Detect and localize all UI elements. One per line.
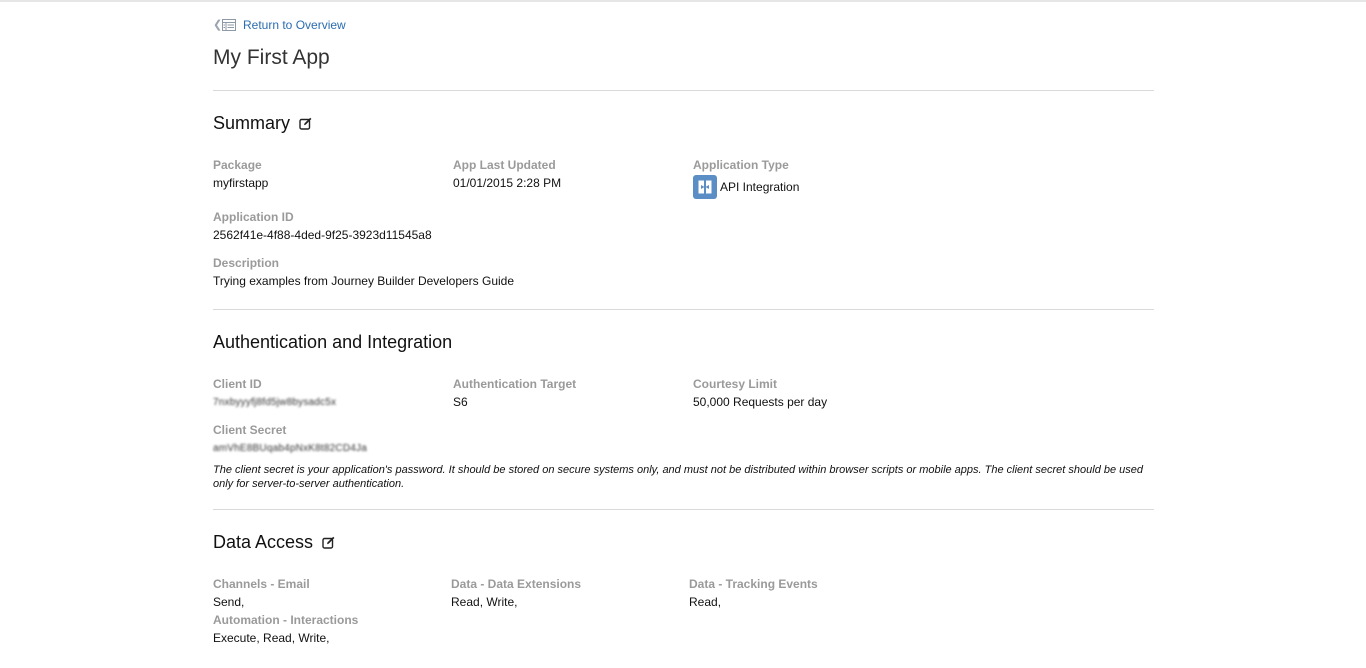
return-to-overview-label[interactable]: Return to Overview: [243, 17, 346, 33]
application-type-label: Application Type: [693, 158, 789, 172]
package-value: myfirstapp: [213, 176, 269, 190]
channels-email-field: Channels - Email Send,: [213, 577, 310, 610]
client-id-field: Client ID 7nxbyyyfj8fd5jw8bysadc5x: [213, 377, 336, 410]
authentication-heading: Authentication and Integration: [213, 332, 453, 352]
api-integration-icon: [693, 175, 717, 199]
description-value: Trying examples from Journey Builder Dev…: [213, 274, 515, 288]
app-last-updated-label: App Last Updated: [453, 158, 556, 172]
summary-section-title: Summary: [213, 112, 312, 134]
list-icon: [222, 19, 236, 31]
edit-icon[interactable]: [322, 536, 335, 549]
app-last-updated-field: App Last Updated 01/01/2015 2:28 PM: [453, 158, 561, 191]
app-last-updated-value: 01/01/2015 2:28 PM: [453, 176, 562, 190]
divider: [213, 90, 1154, 91]
automation-interactions-value: Execute, Read, Write,: [213, 631, 330, 645]
data-extensions-value: Read, Write,: [451, 595, 518, 609]
application-type-field: Application Type API Integration: [693, 158, 799, 199]
channels-email-label: Channels - Email: [213, 577, 310, 591]
client-secret-value: amVhE8BUqab4pNxK8t82CD4Ja: [213, 443, 367, 454]
automation-interactions-field: Automation - Interactions Execute, Read,…: [213, 613, 358, 646]
data-access-section-title: Data Access: [213, 531, 335, 553]
package-label: Package: [213, 158, 262, 172]
description-field: Description Trying examples from Journey…: [213, 256, 514, 289]
summary-heading: Summary: [213, 113, 291, 133]
client-id-value: 7nxbyyyfj8fd5jw8bysadc5x: [213, 397, 337, 408]
authentication-target-value: S6: [453, 395, 468, 409]
application-id-value: 2562f41e-4f88-4ded-9f25-3923d11545a8: [213, 228, 432, 242]
edit-icon[interactable]: [299, 117, 312, 130]
courtesy-limit-label: Courtesy Limit: [693, 377, 778, 391]
application-type-row: API Integration: [693, 175, 799, 199]
divider: [213, 309, 1154, 310]
divider: [213, 509, 1154, 510]
application-id-label: Application ID: [213, 210, 294, 224]
return-to-overview-link[interactable]: ❮ Return to Overview: [213, 17, 346, 33]
package-field: Package myfirstapp: [213, 158, 268, 191]
tracking-events-field: Data - Tracking Events Read,: [689, 577, 818, 610]
description-label: Description: [213, 256, 280, 270]
page-title: My First App: [213, 46, 330, 69]
client-id-label: Client ID: [213, 377, 262, 391]
top-border: [0, 0, 1366, 2]
authentication-section-title: Authentication and Integration: [213, 331, 452, 353]
application-id-field: Application ID 2562f41e-4f88-4ded-9f25-3…: [213, 210, 432, 243]
courtesy-limit-field: Courtesy Limit 50,000 Requests per day: [693, 377, 827, 410]
authentication-target-field: Authentication Target S6: [453, 377, 576, 410]
client-secret-field: Client Secret amVhE8BUqab4pNxK8t82CD4Ja: [213, 423, 367, 456]
data-extensions-label: Data - Data Extensions: [451, 577, 582, 591]
authentication-target-label: Authentication Target: [453, 377, 577, 391]
channels-email-value: Send,: [213, 595, 245, 609]
client-secret-note: The client secret is your application's …: [213, 464, 1144, 490]
tracking-events-label: Data - Tracking Events: [689, 577, 818, 591]
client-secret-label: Client Secret: [213, 423, 287, 437]
tracking-events-value: Read,: [689, 595, 722, 609]
chevron-left-icon: ❮: [213, 19, 223, 31]
data-extensions-field: Data - Data Extensions Read, Write,: [451, 577, 581, 610]
automation-interactions-label: Automation - Interactions: [213, 613, 359, 627]
application-type-value: API Integration: [720, 180, 800, 194]
courtesy-limit-value: 50,000 Requests per day: [693, 395, 828, 409]
data-access-heading: Data Access: [213, 532, 314, 552]
